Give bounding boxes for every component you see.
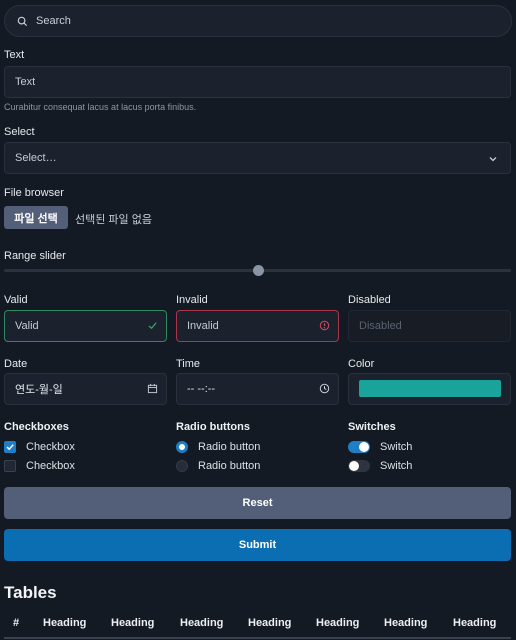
radio-option[interactable]: Radio button [176,441,260,453]
table-header-cell: Heading [453,617,497,629]
switch-on[interactable] [348,441,370,453]
switch-option[interactable]: Switch [348,460,412,472]
submit-button[interactable]: Submit [4,529,511,561]
date-value: 연도-월-일 [15,384,63,396]
valid-input[interactable]: Valid [4,310,167,342]
time-input[interactable]: -- --:-- [176,373,339,405]
checkbox-option[interactable]: Checkbox [4,460,75,472]
text-placeholder: Text [15,76,36,88]
table-header-cell: Heading [248,617,292,629]
error-icon [319,320,330,331]
disabled-label: Disabled [348,294,391,306]
radios-title: Radio buttons [176,421,250,433]
radio-label: Radio button [198,441,261,453]
text-input[interactable]: Text [4,66,511,98]
switch-label: Switch [380,460,413,472]
checkbox-checked[interactable] [4,441,16,453]
radio-label: Radio button [198,460,261,472]
table-header-cell: Heading [384,617,428,629]
table-divider [4,637,511,639]
valid-value: Valid [15,320,39,332]
tables-heading: Tables [4,583,57,602]
radio-option[interactable]: Radio button [176,460,260,472]
text-label: Text [4,49,25,61]
checkboxes-title: Checkboxes [4,421,69,433]
switches-title: Switches [348,421,396,433]
color-label: Color [348,358,375,370]
clock-icon[interactable] [319,383,330,394]
chevron-down-icon [489,157,497,162]
table-header-cell: Heading [180,617,224,629]
switch-off[interactable] [348,460,370,472]
radio-selected[interactable] [176,441,188,453]
text-help: Curabitur consequat lacus at lacus porta… [4,102,197,112]
checkbox-unchecked[interactable] [4,460,16,472]
file-status: 선택된 파일 없음 [75,214,152,226]
select-value: Select… [15,152,57,164]
date-label: Date [4,358,28,370]
calendar-icon[interactable] [147,383,158,394]
reset-button[interactable]: Reset [4,487,511,519]
checkbox-label: Checkbox [26,441,75,453]
search-icon [17,16,28,26]
checkbox-label: Checkbox [26,460,75,472]
search-input[interactable]: Search [4,5,512,37]
radio-unselected[interactable] [176,460,188,472]
valid-label: Valid [4,294,28,306]
range-label: Range slider [4,250,66,262]
invalid-label: Invalid [176,294,208,306]
check-icon [148,322,157,330]
table-header-cell: # [13,617,20,629]
switch-label: Switch [380,441,413,453]
table-header-cell: Heading [316,617,360,629]
time-label: Time [176,358,201,370]
checkbox-option[interactable]: Checkbox [4,441,75,453]
invalid-value: Invalid [187,320,219,332]
check-icon [6,444,14,451]
color-swatch[interactable] [359,380,501,397]
date-input[interactable]: 연도-월-일 [4,373,167,405]
disabled-value: Disabled [359,320,402,332]
table-header-cell: Heading [43,617,87,629]
disabled-input: Disabled [348,310,511,342]
range-thumb[interactable] [252,265,264,276]
file-select-button[interactable]: 파일 선택 [4,206,68,229]
search-placeholder: Search [36,15,71,27]
table-header-cell: Heading [111,617,155,629]
time-value: -- --:-- [187,383,216,395]
select-dropdown[interactable]: Select… [4,142,511,174]
select-label: Select [4,126,35,138]
invalid-input[interactable]: Invalid [176,310,339,342]
file-label: File browser [4,187,64,199]
switch-option[interactable]: Switch [348,441,412,453]
